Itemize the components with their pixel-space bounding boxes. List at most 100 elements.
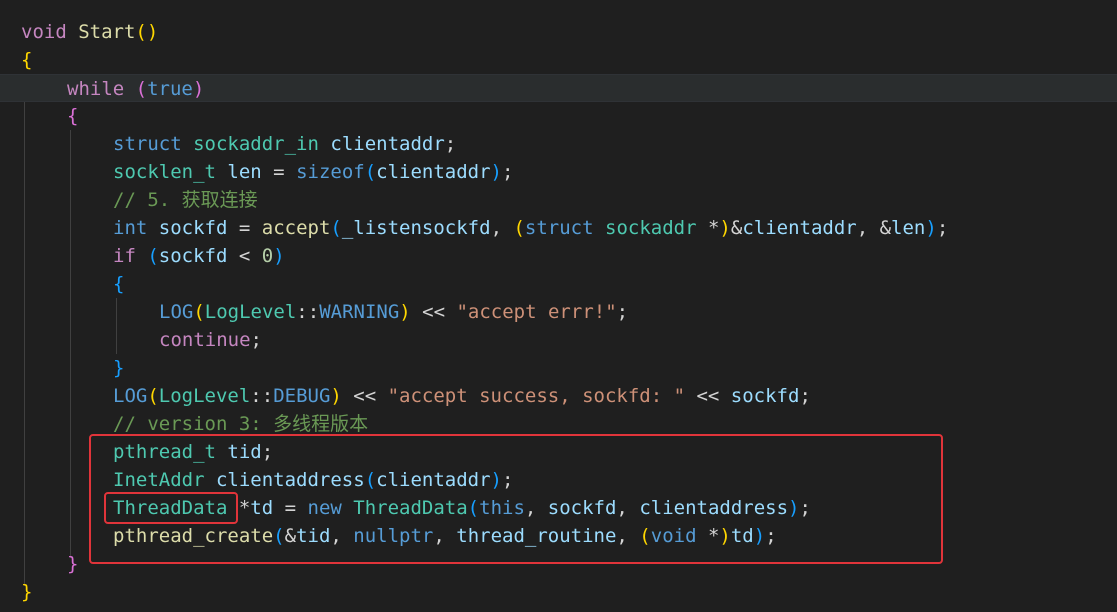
code-text: int sockfd = accept(_listensockfd, (stru… <box>113 214 948 242</box>
code-token: ) <box>490 161 502 183</box>
code-token: LogLevel <box>158 385 251 407</box>
code-token: continue <box>159 329 251 351</box>
code-token: ) <box>273 245 285 267</box>
code-token: << <box>341 385 388 407</box>
code-text: { <box>67 102 78 130</box>
code-token: sizeof <box>296 161 365 183</box>
code-token: ; <box>936 217 949 239</box>
code-token: WARNING <box>319 301 400 323</box>
code-token: ; <box>616 301 629 323</box>
code-text: LOG(LogLevel::DEBUG) << "accept success,… <box>113 382 811 410</box>
code-line[interactable]: { <box>0 46 1117 74</box>
code-token: ) <box>192 78 205 100</box>
code-token: clientaddr <box>376 161 491 183</box>
code-token: ; <box>250 329 262 351</box>
code-line[interactable]: void Start() <box>0 18 1117 46</box>
code-text: continue; <box>159 326 262 354</box>
code-line[interactable]: LOG(LogLevel::DEBUG) << "accept success,… <box>0 382 1117 410</box>
code-token: , & <box>856 217 892 239</box>
code-text: } <box>67 550 78 578</box>
code-token: socklen_t <box>113 161 216 183</box>
code-token: len <box>227 161 262 183</box>
code-line[interactable]: socklen_t len = sizeof(clientaddr); <box>0 158 1117 186</box>
highlight-box-threaddata <box>104 492 238 524</box>
code-token: LogLevel <box>204 301 297 323</box>
code-token: Start <box>78 21 136 43</box>
code-token: { <box>67 105 79 127</box>
code-token: ) <box>330 385 342 407</box>
code-line[interactable]: LOG(LogLevel::WARNING) << "accept errr!"… <box>0 298 1117 326</box>
code-line[interactable]: int sockfd = accept(_listensockfd, (stru… <box>0 214 1117 242</box>
code-token: struct <box>524 217 594 239</box>
code-token: sockfd <box>158 217 228 239</box>
code-token: sockfd <box>730 385 800 407</box>
code-line[interactable]: } <box>0 578 1117 606</box>
code-token: ( <box>193 301 205 323</box>
code-token: :: <box>296 301 320 323</box>
code-text: { <box>21 46 32 74</box>
code-token: void <box>21 21 67 43</box>
code-token: sockaddr <box>605 217 697 239</box>
code-token: int <box>113 217 148 239</box>
code-token: LOG <box>113 385 148 407</box>
code-token: ) <box>925 217 937 239</box>
code-token: ( <box>330 217 342 239</box>
code-line[interactable]: { <box>0 102 1117 130</box>
code-token: if <box>113 245 136 267</box>
code-token: ( <box>513 217 525 239</box>
code-line[interactable]: } <box>0 354 1117 382</box>
code-text: if (sockfd < 0) <box>113 242 285 270</box>
code-token: ) <box>719 217 731 239</box>
code-token: << <box>685 385 731 407</box>
code-token: } <box>113 357 125 379</box>
code-token: len <box>891 217 926 239</box>
code-token: & <box>730 217 743 239</box>
code-token: ; <box>799 385 811 407</box>
code-token: :: <box>250 385 274 407</box>
code-token: } <box>67 553 79 575</box>
code-text: while (true) <box>67 75 204 103</box>
code-token: ( <box>147 385 159 407</box>
code-line[interactable]: // 5. 获取连接 <box>0 186 1117 214</box>
code-text: void Start() <box>21 18 158 46</box>
code-token: ) <box>399 301 411 323</box>
code-token: true <box>147 78 193 100</box>
code-token: ( <box>364 161 377 183</box>
code-line[interactable]: continue; <box>0 326 1117 354</box>
code-token: LOG <box>159 301 194 323</box>
code-token: < <box>227 245 262 267</box>
code-text: struct sockaddr_in clientaddr; <box>113 130 456 158</box>
code-token: clientaddr <box>330 133 445 155</box>
code-token: = <box>227 217 262 239</box>
code-token: DEBUG <box>273 385 331 407</box>
code-token: = <box>261 161 297 183</box>
code-text: LOG(LogLevel::WARNING) << "accept errr!"… <box>159 298 628 326</box>
code-text: { <box>113 270 124 298</box>
code-token: * <box>696 217 720 239</box>
code-editor[interactable]: void Start(){while (true){struct sockadd… <box>0 0 1117 612</box>
code-token: sockaddr_in <box>193 133 319 155</box>
code-token: { <box>21 49 33 71</box>
code-token: _listensockfd <box>341 217 491 239</box>
code-text: // 5. 获取连接 <box>113 186 258 214</box>
code-token: 0 <box>261 245 274 267</box>
code-line[interactable]: { <box>0 270 1117 298</box>
code-token: << <box>410 301 457 323</box>
code-token: while <box>67 78 125 100</box>
code-line[interactable]: while (true) <box>0 74 1117 102</box>
code-token: accept <box>261 217 331 239</box>
code-token: struct <box>113 133 182 155</box>
code-token: , <box>490 217 514 239</box>
code-token: // 5. 获取连接 <box>113 189 258 211</box>
code-line[interactable]: struct sockaddr_in clientaddr; <box>0 130 1117 158</box>
code-line[interactable]: if (sockfd < 0) <box>0 242 1117 270</box>
code-text: socklen_t len = sizeof(clientaddr); <box>113 158 513 186</box>
code-token: () <box>135 21 159 43</box>
code-token: // version 3: 多线程版本 <box>113 413 369 435</box>
code-token: ( <box>147 245 159 267</box>
